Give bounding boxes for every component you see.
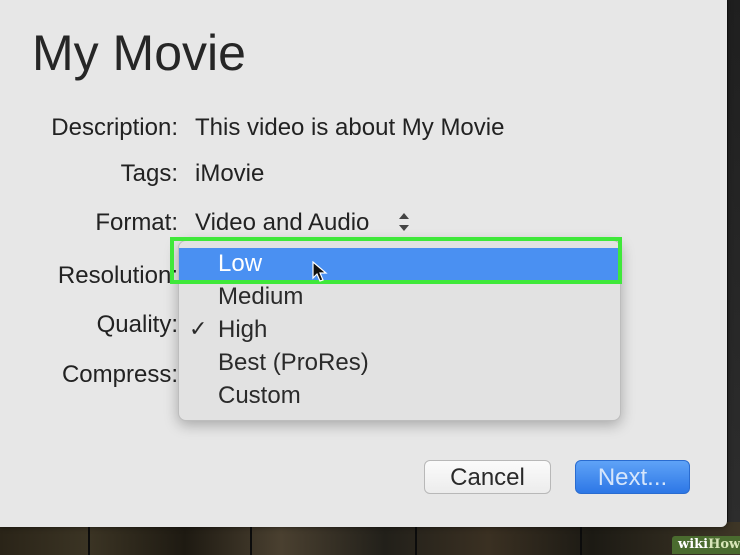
quality-label: Quality: bbox=[96, 311, 178, 338]
mouse-pointer-icon bbox=[312, 260, 328, 288]
description-field[interactable]: This video is about My Movie bbox=[195, 114, 504, 142]
menu-item-label: Custom bbox=[218, 382, 301, 409]
up-down-chevron-icon[interactable] bbox=[397, 209, 411, 235]
menu-item-high[interactable]: ✓ High bbox=[179, 314, 620, 347]
watermark-wiki: wiki bbox=[678, 537, 709, 552]
menu-item-label: Medium bbox=[218, 283, 304, 310]
description-label: Description: bbox=[51, 114, 178, 141]
next-button[interactable]: Next... bbox=[575, 460, 690, 494]
watermark-how: How bbox=[708, 537, 740, 552]
menu-item-best-prores[interactable]: Best (ProRes) bbox=[179, 347, 620, 380]
menu-item-label: Best (ProRes) bbox=[218, 349, 369, 376]
resolution-label: Resolution: bbox=[57, 262, 178, 289]
wikihow-watermark: wikiHow bbox=[672, 536, 740, 554]
export-dialog: My Movie Description: This video is abou… bbox=[0, 0, 727, 527]
menu-item-medium[interactable]: Medium bbox=[179, 281, 620, 314]
background-window-edge bbox=[728, 0, 740, 522]
annotation-highlight-box bbox=[170, 237, 622, 284]
checkmark-icon: ✓ bbox=[189, 316, 208, 341]
tags-field[interactable]: iMovie bbox=[195, 160, 264, 188]
menu-item-custom[interactable]: Custom bbox=[179, 380, 620, 413]
cancel-button[interactable]: Cancel bbox=[424, 460, 551, 494]
format-select[interactable]: Video and Audio bbox=[195, 209, 369, 237]
format-label: Format: bbox=[95, 209, 178, 236]
dialog-title: My Movie bbox=[32, 25, 246, 81]
tags-label: Tags: bbox=[120, 160, 178, 187]
menu-item-label: High bbox=[218, 316, 268, 343]
compress-label: Compress: bbox=[61, 361, 178, 388]
